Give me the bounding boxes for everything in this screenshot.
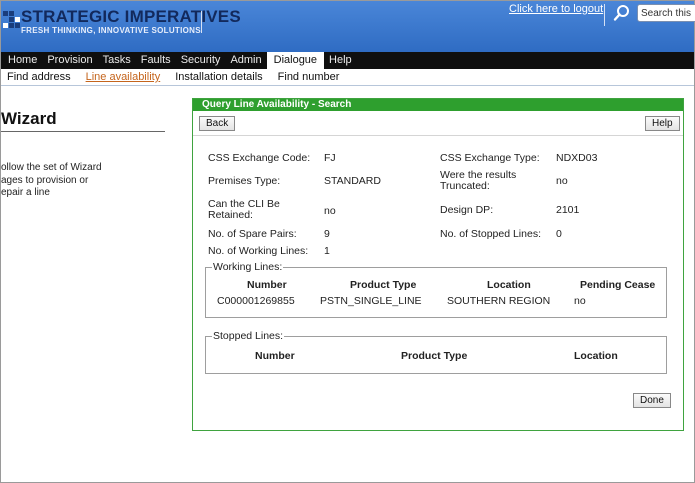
css-exchange-type-label: CSS Exchange Type: xyxy=(440,152,540,164)
search-divider xyxy=(604,4,605,26)
results-truncated-label-line: Truncated: xyxy=(440,180,490,192)
cli-retained-label: Can the CLI Be Retained: xyxy=(208,199,280,221)
design-dp-label: Design DP: xyxy=(440,204,494,216)
working-col-location: Location xyxy=(487,279,531,291)
working-lines-count-value: 1 xyxy=(324,245,330,257)
stopped-lines-legend: Stopped Lines: xyxy=(213,330,284,342)
premises-type-value: STANDARD xyxy=(324,175,381,187)
logout-link[interactable]: Click here to logout xyxy=(509,3,603,15)
cli-retained-value: no xyxy=(324,205,336,217)
search-input[interactable] xyxy=(637,4,695,22)
done-button[interactable]: Done xyxy=(633,393,671,408)
back-button[interactable]: Back xyxy=(199,116,236,131)
panel-divider xyxy=(193,135,683,136)
main-nav: Home Provision Tasks Faults Security Adm… xyxy=(1,52,694,69)
nav-help[interactable]: Help xyxy=(324,52,357,69)
wizard-text-line: ollow the set of Wizard xyxy=(1,162,102,173)
premises-type-label: Premises Type: xyxy=(208,175,281,187)
wizard-text-line: ages to provision or xyxy=(1,174,89,186)
nav-home[interactable]: Home xyxy=(3,52,42,69)
nav-security[interactable]: Security xyxy=(176,52,226,69)
nav-tasks[interactable]: Tasks xyxy=(98,52,136,69)
brand-tagline: FRESH THINKING, INNOVATIVE SOLUTIONS xyxy=(21,26,201,35)
wizard-text-line: epair a line xyxy=(1,187,50,198)
css-exchange-type-value: NDXD03 xyxy=(556,152,598,164)
wizard-divider xyxy=(1,131,165,132)
nav-dialogue[interactable]: Dialogue xyxy=(266,52,325,69)
css-exchange-code-label: CSS Exchange Code: xyxy=(208,152,311,164)
working-lines-count-label: No. of Working Lines: xyxy=(208,245,309,257)
working-col-number: Number xyxy=(247,279,287,291)
stopped-lines-count-value: 0 xyxy=(556,228,562,240)
app-header: STRATEGIC IMPERATIVES FRESH THINKING, IN… xyxy=(1,1,695,52)
working-col-product-type: Product Type xyxy=(350,279,417,291)
stopped-col-number: Number xyxy=(255,350,295,362)
working-col-pending-cease: Pending Cease xyxy=(580,279,656,291)
subnav-find-address[interactable]: Find address xyxy=(7,71,71,83)
brand-title: STRATEGIC IMPERATIVES xyxy=(21,7,241,26)
subnav-installation-details[interactable]: Installation details xyxy=(175,71,262,83)
header-divider xyxy=(201,11,202,33)
design-dp-value: 2101 xyxy=(556,204,580,216)
results-truncated-value: no xyxy=(556,175,568,187)
spare-pairs-value: 9 xyxy=(324,228,330,240)
sub-nav: Find address Line availability Installat… xyxy=(1,69,694,86)
working-lines-legend: Working Lines: xyxy=(213,261,283,273)
subnav-line-availability[interactable]: Line availability xyxy=(86,71,161,83)
results-truncated-label: Were the results Truncated: xyxy=(440,170,516,192)
nav-provision[interactable]: Provision xyxy=(42,52,97,69)
css-exchange-code-value: FJ xyxy=(324,152,336,164)
stopped-col-product-type: Product Type xyxy=(401,350,468,362)
cli-retained-label-line: Retained: xyxy=(208,209,253,221)
subnav-find-number[interactable]: Find number xyxy=(278,71,340,83)
working-cell-location: SOUTHERN REGION xyxy=(447,295,551,307)
stopped-col-location: Location xyxy=(574,350,618,362)
working-cell-product-type: PSTN_SINGLE_LINE xyxy=(320,295,422,307)
search-icon[interactable] xyxy=(613,4,631,22)
working-cell-pending-cease: no xyxy=(574,295,586,307)
wizard-title: Wizard xyxy=(1,109,57,128)
panel-title: Query Line Availability - Search xyxy=(193,99,683,111)
nav-faults[interactable]: Faults xyxy=(136,52,176,69)
nav-admin[interactable]: Admin xyxy=(225,52,266,69)
wizard-instructions: ollow the set of Wizard ages to provisio… xyxy=(1,162,151,200)
spare-pairs-label: No. of Spare Pairs: xyxy=(208,228,297,240)
stopped-lines-count-label: No. of Stopped Lines: xyxy=(440,228,541,240)
help-button[interactable]: Help xyxy=(645,116,680,131)
brand-logo-icon xyxy=(3,9,20,33)
query-line-availability-panel: Query Line Availability - Search Back He… xyxy=(192,98,684,431)
working-cell-number: C000001269855 xyxy=(217,295,295,307)
